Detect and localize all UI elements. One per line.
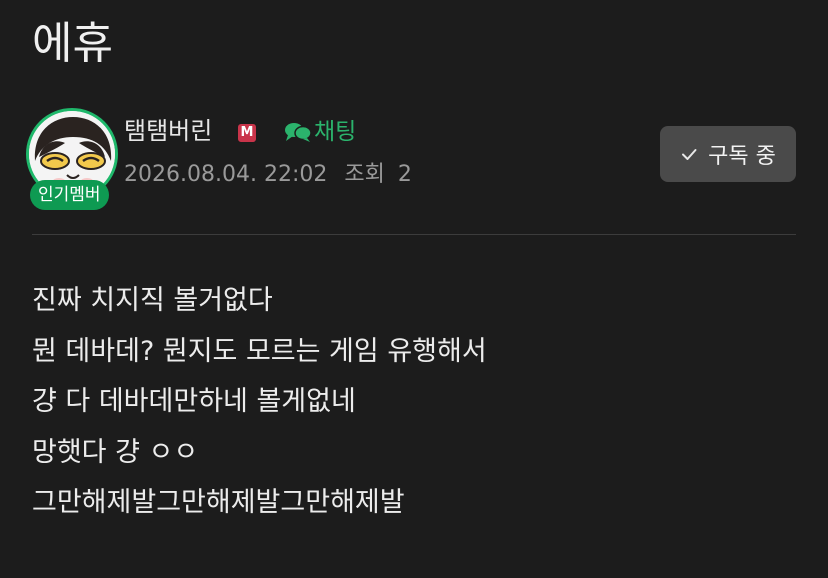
- post-title: 에휴: [32, 18, 113, 69]
- post-body: 진짜 치지직 볼거없다 뭔 데바데? 뭔지도 모르는 게임 유행해서 걍 다 데…: [32, 276, 792, 529]
- manager-badge: M: [238, 124, 256, 142]
- author-avatar-group[interactable]: 인기멤버: [26, 108, 118, 212]
- body-line: 진짜 치지직 볼거없다: [32, 285, 273, 316]
- chat-link[interactable]: 채팅: [284, 116, 356, 148]
- chat-label: 채팅: [314, 119, 357, 145]
- views-count: 2: [397, 162, 412, 187]
- body-line: 망햇다 걍 ㅇㅇ: [32, 436, 199, 468]
- body-line: 뭔 데바데? 뭔지도 모르는 게임 유행해서: [32, 335, 487, 367]
- post-page: 에휴 인기멤버 탬탬버린 M 채팅 2026.08.04. 22:02 조회 2…: [0, 0, 828, 578]
- body-line: 그만해제발그만해제발그만해제발: [32, 487, 405, 518]
- subscribe-label: 구독 중: [708, 144, 776, 169]
- post-meta: 2026.08.04. 22:02 조회 2: [124, 158, 412, 192]
- divider: [32, 234, 796, 235]
- chat-bubbles-icon: [285, 123, 312, 142]
- author-header: 인기멤버 탬탬버린 M 채팅 2026.08.04. 22:02 조회 2 구독…: [26, 108, 806, 218]
- subscribe-button[interactable]: 구독 중: [660, 126, 796, 182]
- post-date: 2026.08.04. 22:02: [124, 162, 328, 187]
- check-icon: [682, 149, 697, 160]
- views-label: 조회: [344, 162, 385, 187]
- popular-member-badge: 인기멤버: [30, 180, 109, 210]
- body-line: 걍 다 데바데만하네 볼게없네: [32, 386, 356, 417]
- author-name[interactable]: 탬탬버린: [124, 114, 212, 148]
